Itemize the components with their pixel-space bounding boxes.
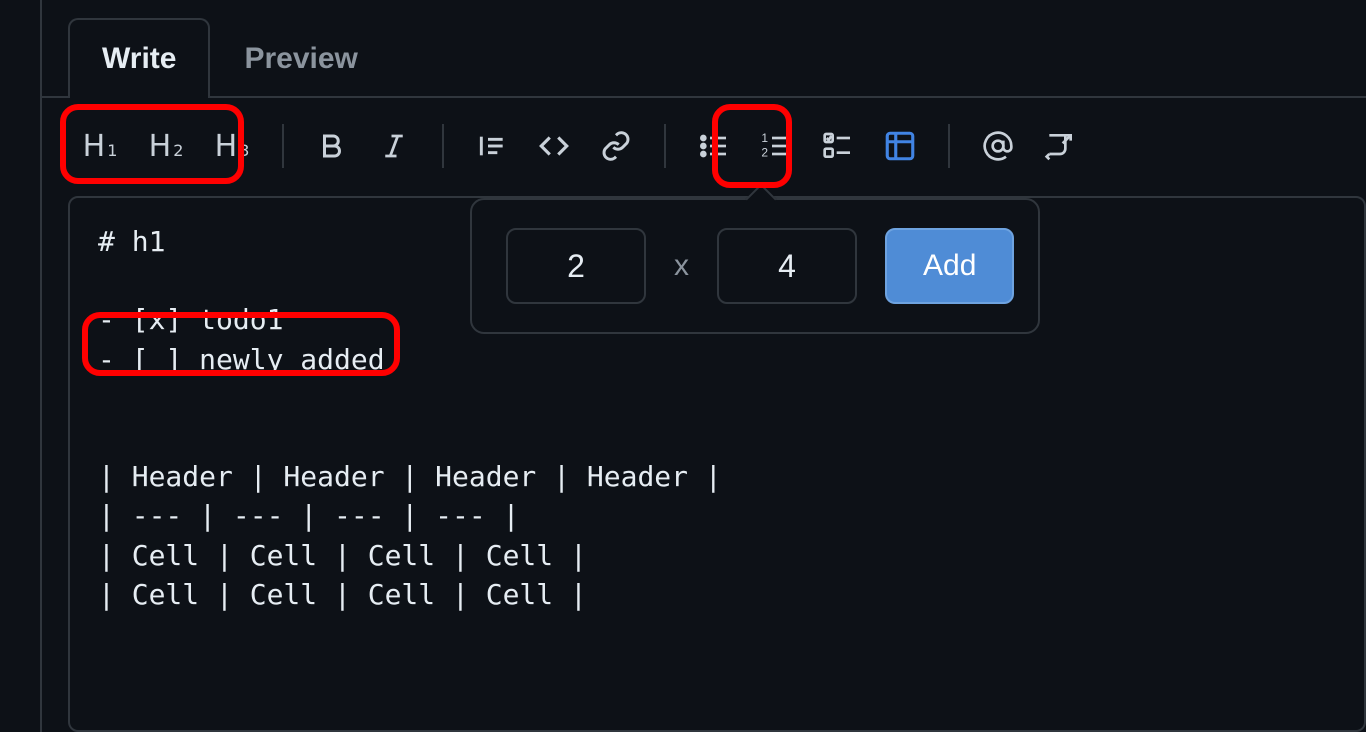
link-icon	[600, 130, 632, 162]
bullet-list-icon	[698, 130, 730, 162]
bold-button[interactable]	[310, 124, 354, 168]
code-button[interactable]	[532, 124, 576, 168]
h3-button[interactable]: H3	[208, 129, 256, 164]
add-table-button[interactable]: Add	[885, 228, 1014, 304]
h2-letter: H	[149, 129, 172, 164]
toolbar-group-format	[292, 124, 434, 168]
toolbar-group-lists: 12	[674, 124, 940, 168]
mention-button[interactable]	[976, 124, 1020, 168]
markdown-toolbar: H1 H2 H3	[40, 96, 1366, 196]
bullet-list-button[interactable]	[692, 124, 736, 168]
h2-button[interactable]: H2	[142, 129, 190, 164]
tab-preview[interactable]: Preview	[210, 18, 391, 98]
task-list-button[interactable]	[816, 124, 860, 168]
toolbar-divider	[442, 124, 444, 168]
table-button[interactable]	[878, 124, 922, 168]
svg-text:2: 2	[761, 146, 768, 160]
bold-icon	[317, 131, 347, 161]
toolbar-divider	[282, 124, 284, 168]
h1-sub: 1	[107, 141, 117, 160]
editor-tabs: Write Preview	[40, 0, 1366, 96]
at-icon	[982, 130, 1014, 162]
toolbar-group-insert	[452, 124, 656, 168]
table-cols-input[interactable]	[717, 228, 857, 304]
italic-icon	[379, 131, 409, 161]
h3-letter: H	[215, 129, 238, 164]
h3-sub: 3	[239, 141, 249, 160]
toolbar-divider	[664, 124, 666, 168]
toolbar-divider	[948, 124, 950, 168]
toolbar-group-misc	[958, 124, 1100, 168]
cross-reference-button[interactable]	[1038, 124, 1082, 168]
h1-letter: H	[83, 129, 106, 164]
table-size-popover: x Add	[470, 198, 1040, 334]
ordered-list-button[interactable]: 12	[754, 124, 798, 168]
table-size-separator: x	[674, 249, 689, 283]
task-list-icon	[822, 130, 854, 162]
h2-sub: 2	[173, 141, 183, 160]
code-icon	[537, 129, 571, 163]
ordered-list-icon: 12	[760, 130, 792, 162]
italic-button[interactable]	[372, 124, 416, 168]
toolbar-group-headings: H1 H2 H3	[76, 129, 274, 164]
svg-text:1: 1	[761, 131, 768, 145]
table-icon	[883, 129, 917, 163]
quote-icon	[476, 130, 508, 162]
table-rows-input[interactable]	[506, 228, 646, 304]
h1-button[interactable]: H1	[76, 129, 124, 164]
quote-button[interactable]	[470, 124, 514, 168]
cross-reference-icon	[1044, 130, 1076, 162]
link-button[interactable]	[594, 124, 638, 168]
tab-write[interactable]: Write	[68, 18, 210, 98]
